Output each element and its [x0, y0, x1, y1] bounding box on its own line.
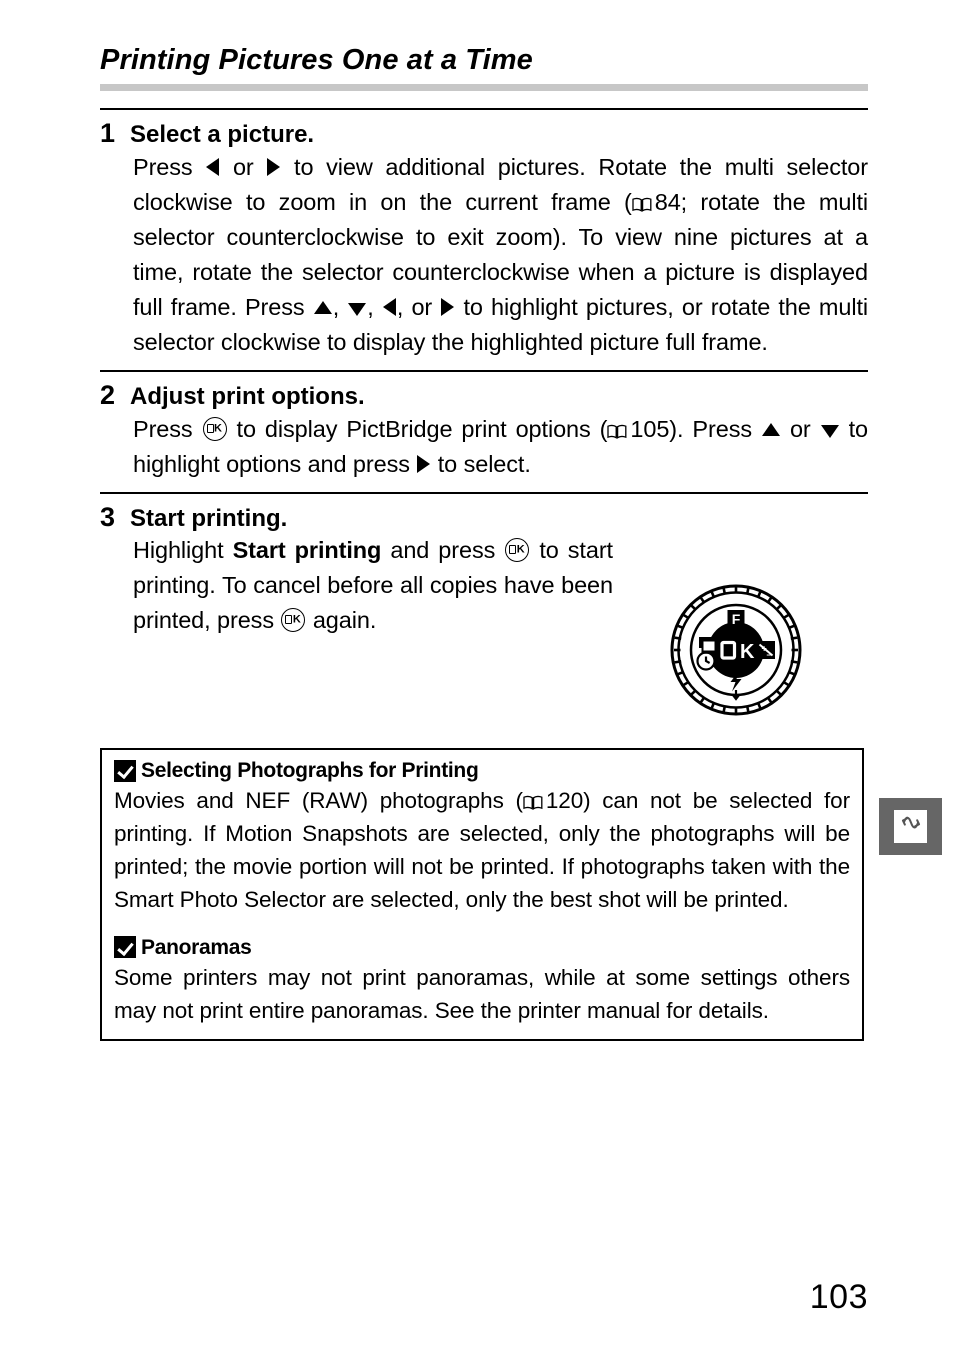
svg-text:–: – — [767, 650, 772, 660]
step-2-text-6: to select. — [431, 450, 531, 477]
caution-check-icon — [114, 759, 136, 782]
step-3-text-4: again. — [306, 607, 377, 634]
note-1-heading-text: Selecting Photographs for Printing — [141, 759, 479, 782]
multi-selector-dial-figure: K F + – — [668, 582, 804, 718]
note-2-body: Some printers may not print panoramas, w… — [114, 964, 850, 1023]
step-2: 2 Adjust print options. Press to display… — [100, 369, 868, 492]
step-3-number: 3 — [100, 501, 116, 532]
step-1-page-ref-1: 84 — [654, 188, 681, 215]
start-printing-menu-label: Start printing — [232, 537, 382, 564]
note-panoramas: Panoramas Some printers may not print pa… — [114, 935, 850, 1028]
multi-selector-right-icon-2 — [441, 297, 455, 316]
multi-selector-up-icon-3 — [761, 422, 780, 436]
step-3-heading: 3 Start printing. — [100, 501, 868, 534]
section-tab-marker — [879, 798, 942, 855]
step-2-text-2: to display PictBridge print options ( — [227, 415, 608, 442]
note-1-heading: Selecting Photographs for Printing — [114, 758, 850, 783]
page-reference-book-icon-3 — [523, 795, 543, 811]
page-reference-book-icon-2 — [607, 424, 627, 439]
multi-selector-up-icon — [313, 300, 332, 314]
note-2-heading: Panoramas — [114, 935, 850, 960]
step-1-text-7: , or — [396, 293, 441, 320]
step-3-body: Highlight Start printing and press to st… — [133, 533, 613, 638]
note-2-heading-text: Panoramas — [141, 935, 252, 959]
page-reference-book-icon — [632, 197, 652, 212]
connect-to-device-icon — [898, 813, 924, 840]
step-1: 1 Select a picture. Press or to view add… — [100, 108, 868, 370]
step-1-text-5: , — [332, 293, 348, 320]
step-2-heading: 2 Adjust print options. — [100, 379, 868, 412]
step-2-text-4: or — [780, 415, 820, 442]
step-1-title: Select a picture. — [130, 121, 315, 148]
title-block: Printing Pictures One at a Time — [100, 44, 868, 92]
svg-text:F: F — [732, 611, 741, 627]
caution-check-icon-2 — [114, 936, 136, 959]
steps-list: 1 Select a picture. Press or to view add… — [100, 108, 868, 648]
section-tab-icon-frame — [894, 810, 927, 843]
step-1-text-2: or — [220, 153, 267, 180]
ok-button-icon-2 — [505, 538, 530, 563]
multi-selector-right-icon — [267, 157, 281, 176]
multi-selector-right-icon-3 — [417, 454, 431, 473]
manual-page: Printing Pictures One at a Time 1 Select… — [0, 0, 954, 1345]
step-3-text-2: and press — [381, 537, 505, 564]
multi-selector-down-icon-3 — [820, 424, 839, 438]
step-1-number: 1 — [100, 118, 116, 148]
ok-button-icon-3 — [281, 608, 306, 633]
svg-text:K: K — [740, 641, 755, 663]
step-1-body: Press or to view additional pictures. Ro… — [133, 150, 868, 360]
step-3-title: Start printing. — [130, 504, 288, 532]
step-1-heading: 1 Select a picture. — [100, 117, 868, 150]
note-1-text-1: Movies and NEF (RAW) photographs ( — [114, 788, 523, 814]
multi-selector-left-icon-2 — [382, 297, 396, 316]
note-1-body: Movies and NEF (RAW) photographs (120) c… — [114, 785, 850, 916]
step-3-text-1: Highlight — [133, 537, 233, 564]
multi-selector-down-icon — [348, 302, 367, 316]
page-number: 103 — [809, 1278, 868, 1316]
step-2-title: Adjust print options. — [130, 382, 365, 410]
step-2-body: Press to display PictBridge print option… — [133, 412, 868, 482]
note-selecting-photographs: Selecting Photographs for Printing Movie… — [114, 758, 850, 917]
step-1-text-6: , — [367, 293, 382, 320]
note-1-page-ref-1: 120 — [545, 788, 584, 814]
ok-button-icon — [202, 416, 227, 441]
step-2-page-ref-1: 105 — [630, 415, 670, 442]
step-2-text-1: Press — [133, 415, 202, 442]
step-2-text-3: ). Press — [669, 415, 761, 442]
multi-selector-left-icon — [206, 157, 220, 176]
page-title: Printing Pictures One at a Time — [100, 44, 533, 76]
notes-box: Selecting Photographs for Printing Movie… — [100, 748, 864, 1042]
step-2-number: 2 — [100, 379, 116, 410]
title-rule — [100, 84, 868, 92]
step-1-text-1: Press — [133, 153, 206, 180]
